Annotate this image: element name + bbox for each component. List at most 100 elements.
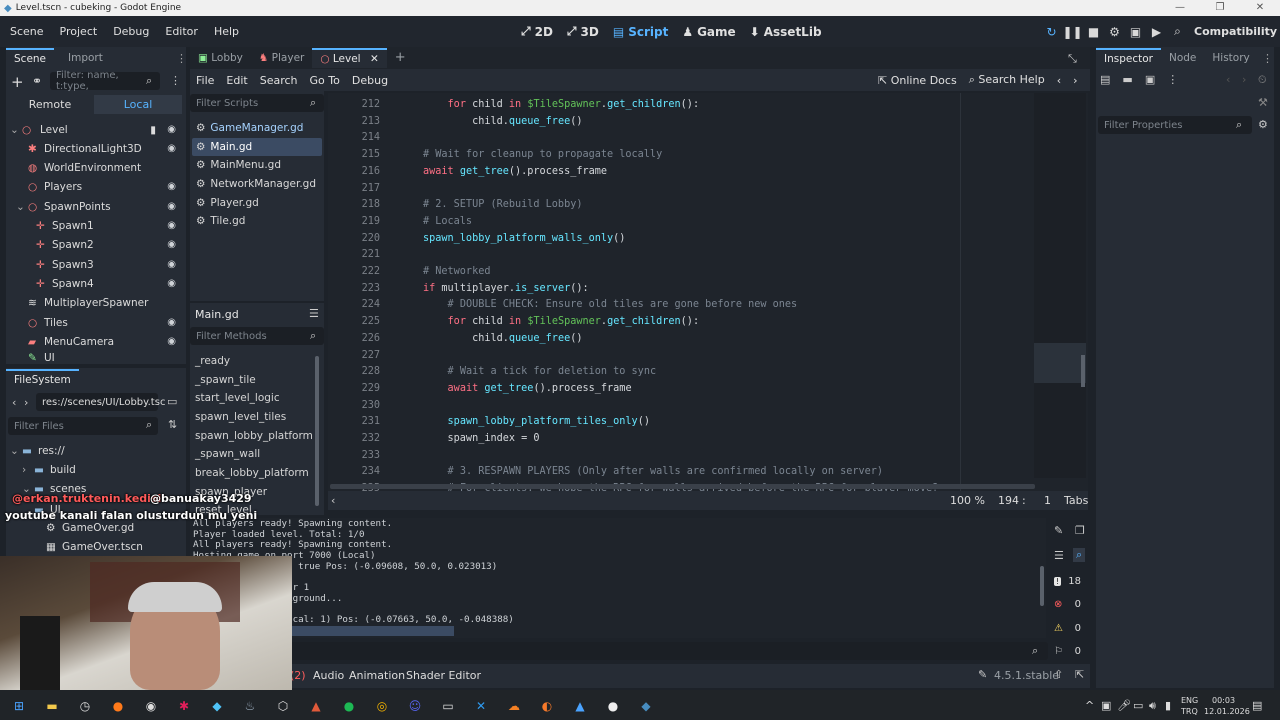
debugger-tab-count[interactable]: (2) [290,669,306,682]
pause-icon[interactable]: ❚❚ [1062,25,1083,39]
visibility-icon[interactable]: ◉ [167,220,176,231]
scene-filter-input[interactable]: Filter: name, t:type, [50,70,160,92]
battery-icon[interactable]: ▮ [1165,699,1171,712]
tab-audio[interactable]: Audio [313,669,344,682]
history-forward-icon[interactable]: › [1242,73,1246,86]
scene-node-level[interactable]: ⌄ ○ Level ▮ ◉ [10,120,186,139]
tab-player[interactable]: ♞ Player [251,48,312,68]
filter-methods-input[interactable]: Filter Methods [190,327,324,345]
indent-mode[interactable]: Tabs [1064,494,1088,507]
workspace-game[interactable]: ♟ Game [675,25,742,39]
visibility-icon[interactable]: ◉ [167,239,176,250]
output-filter-icon[interactable]: ☰ [1054,549,1064,562]
tab-history[interactable]: History [1204,48,1257,68]
back-icon[interactable]: ‹ [12,396,16,409]
scene-node-tiles[interactable]: ○ Tiles ◉ [28,313,186,332]
visibility-icon[interactable]: ◉ [167,317,176,328]
code-line[interactable]: # 3. RESPAWN PLAYERS (Only after walls a… [423,463,883,480]
tab-level[interactable]: ○ Level ✕ [312,48,387,68]
object-history-icon[interactable]: ⏲ [1258,73,1267,87]
scene-node-ui[interactable]: ✎ UI [28,352,186,364]
volume-icon[interactable]: 🔊︎ [1149,699,1156,713]
code-line[interactable]: child.queue_free() [423,330,582,347]
scene-node-light[interactable]: ✱ DirectionalLight3D ◉ [28,139,186,158]
network-icon[interactable]: ▭ [1133,699,1143,712]
code-line[interactable]: for child in $TileSpawner.get_children()… [423,313,700,330]
fs-file-gameover-tscn[interactable]: ▦ GameOver.tscn [46,537,186,556]
clear-output-icon[interactable]: ✎ [1054,524,1063,537]
script-menu-debug[interactable]: Debug [346,74,394,87]
minimize-button[interactable]: — [1160,0,1200,16]
script-menu-goto[interactable]: Go To [304,74,346,87]
app-icon[interactable]: ▲ [307,697,325,715]
fs-folder-build[interactable]: › ▬ build [22,460,182,479]
play-custom-icon[interactable]: ▶ [1146,25,1167,39]
tab-local[interactable]: Local [94,95,182,114]
scene-node-spawnpoints[interactable]: ⌄ ○ SpawnPoints ◉ [16,197,186,216]
object-tools-icon[interactable]: ⚒ [1258,96,1268,109]
dock-menu-icon[interactable]: ⋮ [176,52,187,65]
scene-node-worldenvironment[interactable]: ◍ WorldEnvironment [28,158,186,177]
notifications-icon[interactable]: ▤ [1252,699,1262,712]
scene-node-multiplayerspawner[interactable]: ≋ MultiplayerSpawner [28,293,186,312]
tab-filesystem[interactable]: FileSystem [6,369,79,389]
method-item[interactable]: _spawn_wall [195,445,260,463]
tab-remote[interactable]: Remote [6,95,94,114]
clock-app-icon[interactable]: ◷ [76,697,94,715]
filter-scripts-input[interactable]: Filter Scripts [190,94,324,112]
clock-date[interactable]: 12.01.2026 [1204,707,1250,716]
renderer-select[interactable]: Compatibility [1194,25,1277,38]
code-line[interactable]: # Wait for cleanup to propagate locally [423,146,662,163]
tool-icon[interactable]: ▲ [571,697,589,715]
code-scrollbar[interactable] [1081,355,1085,387]
reload-icon[interactable]: ↻ [1041,25,1062,39]
visibility-icon[interactable]: ◉ [167,201,176,212]
workspace-2d[interactable]: ⤢ 2D [514,24,560,39]
stop-icon[interactable]: ■ [1083,25,1104,39]
visibility-icon[interactable]: ◉ [167,259,176,270]
code-hscrollbar[interactable] [330,484,1035,489]
blender-icon[interactable]: ◐ [538,697,556,715]
sort-methods-icon[interactable]: ☰ [309,307,319,320]
workspace-assetlib[interactable]: ⬇ AssetLib [743,25,829,39]
method-item[interactable]: start_level_logic [195,389,280,407]
fs-res-root[interactable]: ⌄ ▬ res:// [10,441,180,460]
menu-help[interactable]: Help [206,25,247,38]
engine-version[interactable]: 4.5.1.stable [994,669,1059,682]
clock-time[interactable]: 00:03 [1212,696,1235,705]
steam-icon[interactable]: ♨ [241,697,259,715]
visibility-icon[interactable]: ◉ [167,278,176,289]
maximize-button[interactable]: ❐ [1200,0,1240,16]
filter-errors-toggle[interactable]: ⊗ 0 [1050,594,1085,614]
firefox-icon[interactable]: ● [109,697,127,715]
method-item[interactable]: _ready [195,352,230,370]
dock-menu-icon[interactable]: ⋮ [1262,52,1273,65]
filter-other-toggle[interactable]: ⚐ 0 [1050,641,1085,661]
filter-warnings-toggle[interactable]: ⚠ 0 [1050,618,1085,638]
tray-app-icon[interactable]: ▣ [1101,699,1111,712]
lang-top[interactable]: ENG [1181,696,1198,705]
visibility-icon[interactable]: ◉ [167,124,176,135]
obs-icon[interactable]: ◉ [142,697,160,715]
vpn-icon[interactable]: ◆ [208,697,226,715]
scene-node-spawn1[interactable]: ✛ Spawn1 ◉ [36,216,186,235]
script-menu-file[interactable]: File [190,74,220,87]
code-line[interactable]: # 2. SETUP (Rebuild Lobby) [423,196,582,213]
script-menu-search[interactable]: Search [254,74,304,87]
code-line[interactable]: await get_tree().process_frame [423,163,607,180]
scene-node-spawn2[interactable]: ✛ Spawn2 ◉ [36,235,186,254]
output-filter-input[interactable] [288,642,1048,660]
visibility-icon[interactable]: ◉ [167,181,176,192]
history-forward-icon[interactable]: › [1073,74,1077,87]
slack-icon[interactable]: ✱ [175,697,193,715]
discord-icon[interactable]: ☺ [406,697,424,715]
output-search-icon[interactable]: ⌕ [1073,548,1086,562]
close-button[interactable]: ✕ [1240,0,1280,16]
script-item-main[interactable]: ⚙ Main.gd [192,138,322,156]
script-item-mainmenu[interactable]: ⚙ MainMenu.gd [192,156,322,174]
expand-panel-icon[interactable]: ⇱ [1075,668,1084,681]
sort-icon[interactable]: ⇅ [168,418,177,431]
code-line[interactable]: spawn_lobby_platform_tiles_only() [423,413,650,430]
script-item-tile[interactable]: ⚙ Tile.gd [192,212,322,230]
code-line[interactable]: # Networked [423,263,490,280]
